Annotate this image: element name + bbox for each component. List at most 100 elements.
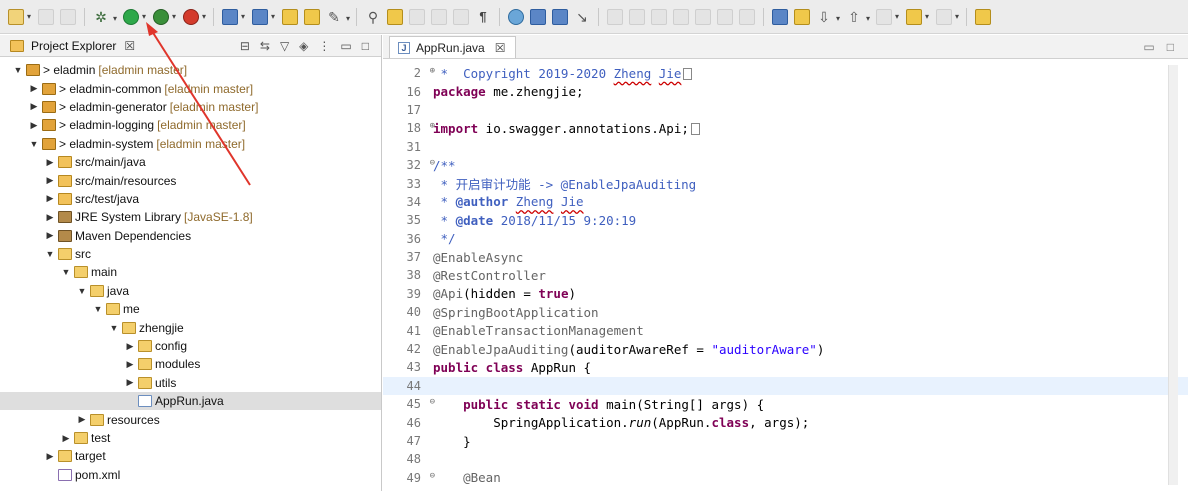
expanded-icon[interactable]: ▼ xyxy=(92,304,104,314)
highlight-icon[interactable] xyxy=(794,8,810,25)
run-icon[interactable] xyxy=(123,8,146,25)
code-line[interactable]: 42 @EnableJpaAuditing(auditorAwareRef = "… xyxy=(383,340,1188,358)
link-editor-icon[interactable]: ⇆ xyxy=(260,39,270,53)
minimize-icon[interactable]: ▭ xyxy=(340,39,351,53)
collapsed-icon[interactable]: ▶ xyxy=(76,414,88,425)
save-icon[interactable] xyxy=(38,8,54,25)
layout-icon[interactable] xyxy=(409,8,425,25)
tree-item[interactable]: ▶ JRE System Library [JavaSE-1.8] xyxy=(0,208,381,226)
layout-icon-2[interactable] xyxy=(431,8,447,25)
tree-item[interactable]: ▶ target xyxy=(0,447,381,465)
tree-item[interactable]: ▶ > eladmin-common [eladmin master] xyxy=(0,79,381,97)
window-icon[interactable] xyxy=(552,8,568,25)
tree-item[interactable]: ▶ src/main/resources xyxy=(0,171,381,189)
editor-tab-apprun[interactable]: J AppRun.java ☒ xyxy=(389,36,517,58)
code-line[interactable]: 48 xyxy=(383,450,1188,468)
gear-icon[interactable]: ✲ xyxy=(93,9,117,27)
collapsed-icon[interactable]: ▶ xyxy=(44,451,56,462)
expanded-icon[interactable]: ▼ xyxy=(60,267,72,277)
code-line[interactable]: 40 @SpringBootApplication xyxy=(383,303,1188,321)
tree-item[interactable]: ▶ src/test/java xyxy=(0,190,381,208)
project-explorer-tab[interactable]: Project Explorer ☒ ⊟ ⇆ ▽ ◈ ⋮ ▭ □ xyxy=(0,35,381,57)
code-line[interactable]: 16 package me.zhengjie; xyxy=(383,82,1188,100)
code-line[interactable]: 38 @RestController xyxy=(383,266,1188,284)
code-line[interactable]: 2 ⊕ * Copyright 2019-2020 Zheng Jie xyxy=(383,64,1188,82)
collapsed-icon[interactable]: ▶ xyxy=(124,341,136,352)
folder-open-icon[interactable] xyxy=(282,8,298,25)
code-line[interactable]: 31 xyxy=(383,138,1188,156)
tree-item[interactable]: ▶ modules xyxy=(0,355,381,373)
collapsed-icon[interactable]: ▶ xyxy=(28,101,40,112)
code-line[interactable]: 37 @EnableAsync xyxy=(383,248,1188,266)
code-line[interactable]: 33 * 开启审计功能 -> @EnableJpaAuditing xyxy=(383,174,1188,193)
code-line[interactable]: 44 xyxy=(383,376,1188,396)
search-icon[interactable] xyxy=(530,8,546,25)
collapse-fold-icon[interactable]: ⊖ xyxy=(430,397,435,407)
vertical-scrollbar[interactable] xyxy=(1168,65,1178,485)
collapsed-icon[interactable]: ▶ xyxy=(124,359,136,370)
print-icon[interactable] xyxy=(60,8,76,25)
collapsed-icon[interactable]: ▶ xyxy=(28,83,40,94)
tree-item[interactable]: ▼ > eladmin [eladmin master] xyxy=(0,61,381,79)
tree-item[interactable]: ▼ java xyxy=(0,282,381,300)
tree-item[interactable]: ▶ Maven Dependencies xyxy=(0,227,381,245)
collapsed-icon[interactable]: ▶ xyxy=(44,212,56,223)
back-icon[interactable] xyxy=(906,8,929,25)
code-line[interactable]: 45 ⊖ public static void main(String[] arg… xyxy=(383,395,1188,413)
expanded-icon[interactable]: ▼ xyxy=(12,65,24,75)
stop-icon[interactable] xyxy=(183,8,206,25)
pencil-icon[interactable] xyxy=(387,8,403,25)
code-line[interactable]: 32 ⊖/** xyxy=(383,156,1188,174)
tree-item[interactable]: ▶ > eladmin-logging [eladmin master] xyxy=(0,116,381,134)
forward-icon[interactable] xyxy=(936,8,959,25)
expanded-icon[interactable]: ▼ xyxy=(76,286,88,296)
collapsed-icon[interactable]: ▶ xyxy=(124,377,136,388)
collapsed-icon[interactable]: ▶ xyxy=(44,157,56,168)
filter-icon[interactable]: ▽ xyxy=(280,39,289,53)
expanded-icon[interactable]: ▼ xyxy=(108,323,120,333)
task-icon[interactable] xyxy=(772,8,788,25)
tree-item[interactable]: AppRun.java xyxy=(0,392,381,411)
open-type-icon[interactable] xyxy=(222,8,245,25)
globe-icon[interactable] xyxy=(508,8,524,25)
collapsed-icon[interactable]: ▶ xyxy=(44,175,56,186)
collapse-fold-icon[interactable]: ⊖ xyxy=(430,158,435,168)
collapsed-icon[interactable]: ▶ xyxy=(28,120,40,131)
perspective-icon[interactable] xyxy=(975,8,991,25)
close-icon[interactable]: ☒ xyxy=(495,41,506,55)
code-line[interactable]: 34 * @author Zheng Jie xyxy=(383,193,1188,211)
arrow-icon[interactable]: ↘ xyxy=(574,9,590,25)
tree-item[interactable]: ▼ me xyxy=(0,300,381,318)
code-line[interactable]: 17 xyxy=(383,101,1188,119)
maximize-icon[interactable]: □ xyxy=(362,39,369,53)
layout-icon-3[interactable] xyxy=(453,8,469,25)
maximize-icon[interactable]: □ xyxy=(1167,40,1174,54)
tree-item[interactable]: ▶ test xyxy=(0,429,381,447)
collapse-fold-icon[interactable]: ⊖ xyxy=(430,471,435,481)
tree-item[interactable]: ▶ utils xyxy=(0,374,381,392)
code-line[interactable]: 49 ⊖ @Bean xyxy=(383,469,1188,487)
close-icon[interactable]: ☒ xyxy=(124,39,135,53)
last-edit-icon[interactable] xyxy=(876,8,899,25)
tree-item[interactable]: ▶ config xyxy=(0,337,381,355)
expand-fold-icon[interactable]: ⊕ xyxy=(430,121,435,131)
code-line[interactable]: 39 @Api(hidden = true) xyxy=(383,285,1188,303)
build-icon[interactable] xyxy=(252,8,275,25)
new-icon[interactable] xyxy=(8,8,31,25)
prev-annotation-icon[interactable]: ⇧ xyxy=(846,9,870,27)
collapse-all-icon[interactable]: ⊟ xyxy=(240,39,250,53)
code-line[interactable]: 46 SpringApplication.run(AppRun.class, a… xyxy=(383,413,1188,431)
code-line[interactable]: 35 * @date 2018/11/15 9:20:19 xyxy=(383,211,1188,229)
wand-icon[interactable]: ✎ xyxy=(326,9,350,27)
tree-item[interactable]: ▼ > eladmin-system [eladmin master] xyxy=(0,135,381,153)
minimize-icon[interactable]: ▭ xyxy=(1143,40,1154,54)
code-line[interactable]: 43 public class AppRun { xyxy=(383,358,1188,376)
pin-icon[interactable]: ⚲ xyxy=(365,9,381,25)
tree-item[interactable]: ▼ main xyxy=(0,263,381,281)
code-line[interactable]: 36 */ xyxy=(383,230,1188,248)
code-line[interactable]: 18 ⊕ import io.swagger.annotations.Api; xyxy=(383,119,1188,137)
collapsed-icon[interactable]: ▶ xyxy=(44,193,56,204)
tree-item[interactable]: ▼ src xyxy=(0,245,381,263)
expanded-icon[interactable]: ▼ xyxy=(28,139,40,149)
view-menu-icon[interactable]: ⋮ xyxy=(318,39,330,53)
